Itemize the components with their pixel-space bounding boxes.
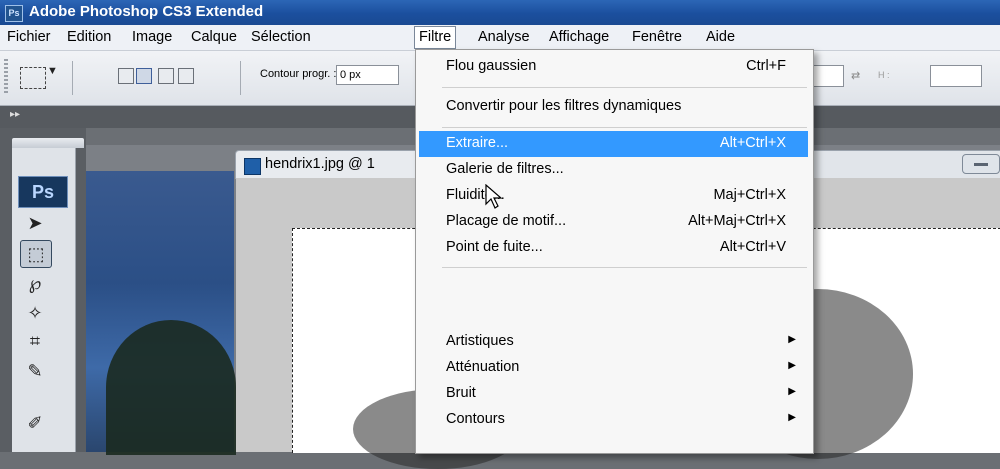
submenu-arrow-icon: ▶ xyxy=(788,334,796,345)
document-icon xyxy=(244,158,261,175)
menu-item-label: Placage de motif... xyxy=(446,213,567,229)
new-selection-icon[interactable] xyxy=(118,68,134,84)
menu-item-shortcut: Alt+Maj+Ctrl+X xyxy=(688,213,786,229)
window-title: Adobe Photoshop CS3 Extended xyxy=(29,3,264,20)
menu-item-shortcut: Maj+Ctrl+X xyxy=(713,187,786,203)
menu-fenetre[interactable]: Fenêtre xyxy=(628,27,686,47)
slice-tool-icon[interactable]: ✎ xyxy=(20,358,50,384)
menu-item-shortcut: Alt+Ctrl+X xyxy=(719,135,786,151)
menu-item-label: Flou gaussien xyxy=(446,58,537,74)
menu-item-label: Galerie de filtres... xyxy=(446,161,564,177)
document-title: hendrix1.jpg @ 1 xyxy=(265,156,375,172)
menu-item-blur[interactable]: Atténuation ▶ xyxy=(419,355,808,381)
menu-fichier[interactable]: Fichier xyxy=(3,27,55,47)
options-separator xyxy=(72,61,73,95)
menu-analyse[interactable]: Analyse xyxy=(474,27,534,47)
title-bar: Ps Adobe Photoshop CS3 Extended xyxy=(0,0,1000,25)
menu-item-label: Bruit xyxy=(446,385,476,401)
width-field[interactable] xyxy=(812,65,844,87)
menu-item-extract[interactable]: Extraire... Alt+Ctrl+X xyxy=(419,131,808,157)
menu-item-label: Atténuation xyxy=(446,359,520,375)
menu-item-liquify[interactable]: Fluidité... Maj+Ctrl+X xyxy=(419,183,808,209)
marquee-tool-icon[interactable]: ⬚ xyxy=(20,240,52,268)
menu-selection[interactable]: Sélection xyxy=(247,27,315,47)
menu-item-noise[interactable]: Bruit ▶ xyxy=(419,381,808,407)
photoshop-app-icon: Ps xyxy=(5,5,23,22)
menu-separator xyxy=(442,87,807,88)
menu-affichage[interactable]: Affichage xyxy=(545,27,613,47)
lasso-tool-icon[interactable]: ℘ xyxy=(20,270,50,296)
menu-item-shortcut: Alt+Ctrl+V xyxy=(719,239,786,255)
menu-item-pattern-maker[interactable]: Placage de motif... Alt+Maj+Ctrl+X xyxy=(419,209,808,235)
menu-bar: Fichier Edition Image Calque Sélection F… xyxy=(0,25,1000,51)
menu-item-shortcut: Ctrl+F xyxy=(746,58,786,74)
menu-separator xyxy=(442,267,807,268)
menu-item-filter-gallery[interactable]: Galerie de filtres... xyxy=(419,157,808,183)
submenu-arrow-icon: ▶ xyxy=(788,412,796,423)
intersect-selection-icon[interactable] xyxy=(178,68,194,84)
toolbox-header[interactable] xyxy=(12,138,84,148)
menu-item-label: Point de fuite... xyxy=(446,239,543,255)
background-tree xyxy=(106,320,236,455)
healing-brush-tool-icon[interactable]: ✐ xyxy=(20,410,50,436)
menu-item-artistic[interactable]: Artistiques ▶ xyxy=(419,329,808,355)
menu-separator xyxy=(442,127,807,128)
submenu-arrow-icon: ▶ xyxy=(788,360,796,371)
feather-label: Contour progr. : xyxy=(260,68,337,80)
menu-item-label: Convertir pour les filtres dynamiques xyxy=(446,98,682,114)
menu-item-vanishing-point[interactable]: Point de fuite... Alt+Ctrl+V xyxy=(419,235,808,261)
menu-item-label: Extraire... xyxy=(446,135,509,151)
filter-menu: Flou gaussien Ctrl+F Convertir pour les … xyxy=(415,49,814,454)
feather-input[interactable]: 0 px xyxy=(336,65,399,85)
menu-item-gaussian-blur[interactable]: Flou gaussien Ctrl+F xyxy=(419,54,808,80)
height-label: H : xyxy=(878,70,890,80)
menu-edition[interactable]: Edition xyxy=(63,27,115,47)
menu-item-stylize[interactable]: Contours ▶ xyxy=(419,407,808,433)
submenu-arrow-icon: ▶ xyxy=(788,386,796,397)
swap-icon[interactable]: ⇄ xyxy=(851,69,860,82)
minimize-icon[interactable] xyxy=(962,154,1000,174)
mouse-cursor-icon xyxy=(485,184,502,209)
magic-wand-tool-icon[interactable]: ✧ xyxy=(20,300,50,326)
options-separator xyxy=(240,61,241,95)
ps-logo: Ps xyxy=(18,176,68,208)
subtract-selection-icon[interactable] xyxy=(158,68,174,84)
menu-aide[interactable]: Aide xyxy=(702,27,739,47)
menu-item-convert-smart-filters[interactable]: Convertir pour les filtres dynamiques xyxy=(419,94,808,120)
chevron-down-icon[interactable]: ▼ xyxy=(47,65,58,77)
options-grip[interactable] xyxy=(4,59,8,95)
menu-item-label: Contours xyxy=(446,411,505,427)
marquee-preset-icon[interactable] xyxy=(20,67,46,89)
add-to-selection-icon[interactable] xyxy=(136,68,152,84)
expand-icon[interactable]: ▸▸ xyxy=(10,109,20,120)
menu-item-label: Artistiques xyxy=(446,333,514,349)
menu-image[interactable]: Image xyxy=(128,27,176,47)
crop-tool-icon[interactable]: ⌗ xyxy=(20,328,50,354)
menu-filtre[interactable]: Filtre xyxy=(414,26,457,49)
move-tool-icon[interactable]: ➤ xyxy=(20,210,50,236)
menu-calque[interactable]: Calque xyxy=(187,27,241,47)
height-field[interactable] xyxy=(930,65,982,87)
